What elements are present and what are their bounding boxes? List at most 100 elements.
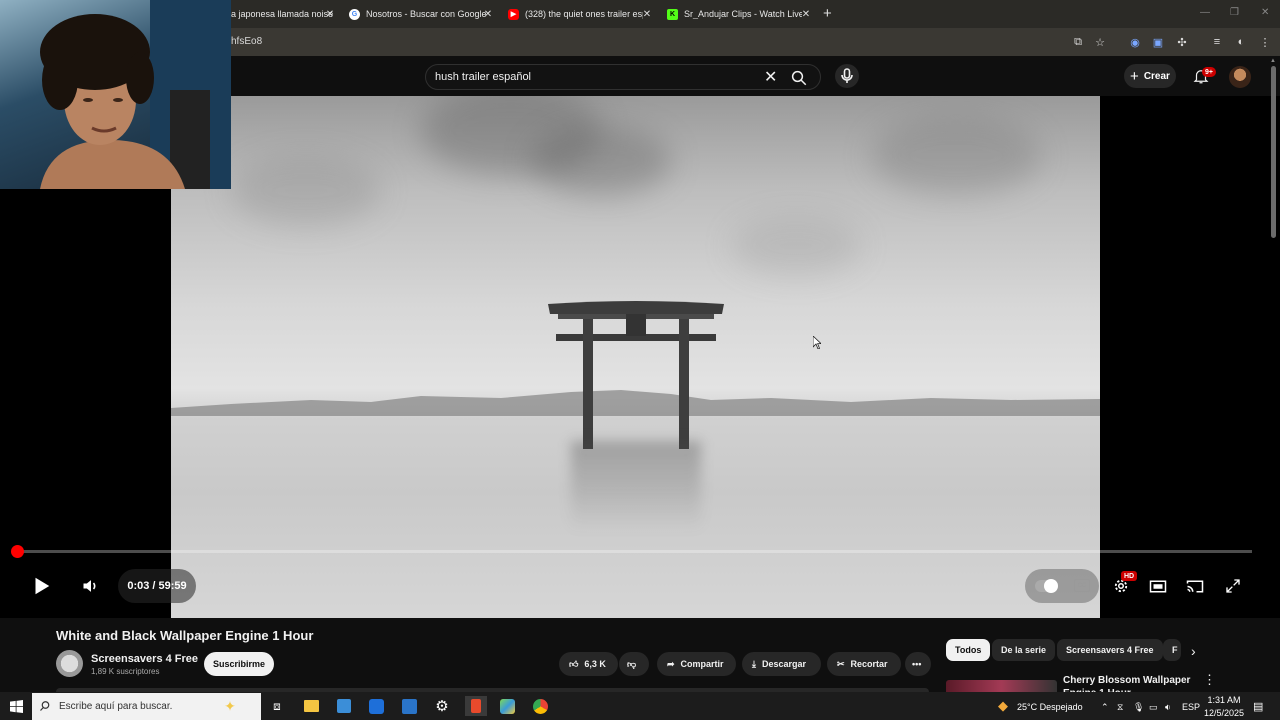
scroll-up-arrow-icon[interactable]: ▲ (1270, 58, 1276, 64)
extensions-puzzle-icon[interactable]: ✣ (1174, 34, 1190, 50)
task-view-icon[interactable]: ⧈ (267, 696, 287, 716)
chip-channel[interactable]: Screensavers 4 Free (1057, 639, 1163, 661)
browser-tab[interactable]: K Sr_Andujar Clips - Watch Live o ✕ (667, 3, 813, 25)
more-actions-button[interactable]: ••• (905, 652, 931, 676)
clip-label: Recortar (850, 659, 888, 669)
subtitles-icon[interactable]: CC (1074, 579, 1090, 592)
tab-title: Nosotros - Buscar con Google (366, 9, 487, 19)
weather-icon[interactable]: ◆ (993, 696, 1013, 716)
close-tab-icon[interactable]: ✕ (799, 9, 813, 20)
chip-todos[interactable]: Todos (946, 639, 991, 661)
network-icon[interactable]: ▭ (1149, 702, 1158, 713)
cast-button[interactable] (1185, 577, 1205, 595)
minimize-icon[interactable]: — (1200, 7, 1210, 18)
browser-menu-icon[interactable]: ⋮ (1257, 34, 1273, 50)
mail-icon[interactable] (366, 696, 386, 716)
time-display: 0:03 / 59:59 (118, 569, 196, 603)
channel-name[interactable]: Screensavers 4 Free (91, 653, 198, 665)
youtube-icon: ▶ (508, 8, 519, 20)
chevron-right-icon[interactable]: › (1191, 643, 1196, 659)
tray-app-icon[interactable]: ⧖ (1117, 702, 1123, 713)
address-bar[interactable]: hfsEo8 (231, 36, 262, 47)
water-reflection (571, 441, 701, 531)
create-button[interactable]: + Crear (1124, 64, 1176, 88)
close-tab-icon[interactable]: ✕ (323, 9, 337, 20)
store-icon[interactable] (334, 696, 354, 716)
language-indicator[interactable]: ESP (1182, 702, 1200, 712)
download-button[interactable]: ⤓ Descargar (742, 652, 821, 676)
thumbs-up-icon: 👍︎ (569, 658, 579, 669)
progress-scrubber[interactable] (11, 545, 24, 558)
share-label: Compartir (680, 659, 724, 669)
channel-avatar[interactable] (56, 650, 83, 677)
maximize-icon[interactable]: ❐ (1230, 7, 1239, 18)
microphone-icon (841, 68, 853, 83)
browser-tab[interactable]: G Nosotros - Buscar con Google ✕ (349, 3, 495, 25)
theater-mode-icon (1149, 580, 1167, 592)
voice-search-button[interactable] (835, 64, 859, 88)
close-window-icon[interactable]: ✕ (1261, 7, 1269, 18)
play-button[interactable] (28, 574, 54, 598)
app-icon[interactable] (399, 696, 419, 716)
download-label: Descargar (761, 659, 807, 669)
install-app-icon[interactable]: ⧉ (1070, 34, 1086, 50)
search-box[interactable]: hush trailer español ✕ (425, 64, 821, 90)
account-avatar[interactable] (1229, 66, 1251, 88)
profile-icon[interactable]: ◐ (1233, 34, 1249, 50)
more-vertical-icon[interactable]: ⋮ (1203, 672, 1216, 688)
microphone-icon[interactable]: 🎙︎ (1133, 702, 1144, 713)
fullscreen-button[interactable] (1223, 577, 1243, 595)
clock-date[interactable]: 12/5/2025 (1204, 708, 1244, 718)
steam-icon[interactable]: ⚙ (432, 696, 452, 716)
close-tab-icon[interactable]: ✕ (640, 9, 654, 20)
download-icon: ⤓ (752, 658, 756, 669)
like-count: 6,3 K (584, 659, 606, 669)
video-frame[interactable] (171, 96, 1100, 618)
bluestacks-icon[interactable] (497, 696, 517, 716)
recorder-icon[interactable] (465, 696, 487, 716)
search-input[interactable]: hush trailer español (435, 71, 531, 83)
translate-icon[interactable]: ▣ (1150, 34, 1166, 50)
chip-series[interactable]: De la serie (992, 639, 1056, 661)
play-icon (35, 577, 50, 595)
chip-more[interactable]: F (1163, 639, 1181, 661)
clip-button[interactable]: ✂ Recortar (827, 652, 901, 676)
scissors-icon: ✂ (837, 658, 845, 669)
windows-start-icon[interactable] (6, 696, 26, 716)
google-icon: G (349, 8, 360, 20)
browser-tab[interactable]: a japonesa llamada noise ✕ (231, 3, 337, 25)
autoplay-toggle-knob[interactable] (1044, 579, 1058, 593)
clock-time[interactable]: 1:31 AM (1206, 695, 1242, 705)
torii-gate-image (548, 301, 724, 449)
new-tab-icon[interactable]: + (823, 5, 832, 22)
chrome-icon[interactable] (530, 696, 550, 716)
close-tab-icon[interactable]: ✕ (481, 9, 495, 20)
kick-icon: K (667, 8, 678, 20)
mouse-cursor-icon (813, 336, 821, 349)
search-icon[interactable] (790, 69, 808, 87)
theater-mode-button[interactable] (1148, 577, 1168, 595)
notification-center-icon[interactable]: ▤ (1253, 700, 1263, 713)
media-control-icon[interactable]: ≡ (1209, 34, 1225, 50)
sparkle-icon[interactable]: ✦ (220, 696, 240, 716)
subscribe-button[interactable]: Suscribirme (204, 652, 274, 676)
volume-button[interactable] (79, 575, 103, 597)
like-button[interactable]: 👍︎ 6,3 K (559, 652, 618, 676)
browser-tab[interactable]: ▶ (328) the quiet ones trailer esp ✕ (508, 3, 654, 25)
fullscreen-icon (1226, 579, 1240, 593)
page-scrollbar[interactable] (1271, 66, 1276, 238)
share-icon: ➦ (667, 658, 675, 669)
bookmark-star-icon[interactable]: ☆ (1092, 34, 1108, 50)
tray-overflow-icon[interactable]: ⌃ (1101, 702, 1109, 713)
clear-search-icon[interactable]: ✕ (764, 67, 777, 87)
extension-icon[interactable]: ◉ (1127, 34, 1143, 50)
more-horizontal-icon: ••• (912, 659, 922, 669)
search-icon (40, 701, 50, 711)
file-explorer-icon[interactable] (301, 696, 321, 716)
recommendation-thumbnail[interactable] (946, 680, 1057, 692)
dislike-button[interactable]: 👎︎ (619, 652, 649, 676)
share-button[interactable]: ➦ Compartir (657, 652, 736, 676)
progress-bar[interactable] (16, 550, 1252, 553)
weather-text[interactable]: 25°C Despejado (1017, 702, 1083, 712)
speaker-icon[interactable]: 🔉︎ (1165, 702, 1171, 713)
